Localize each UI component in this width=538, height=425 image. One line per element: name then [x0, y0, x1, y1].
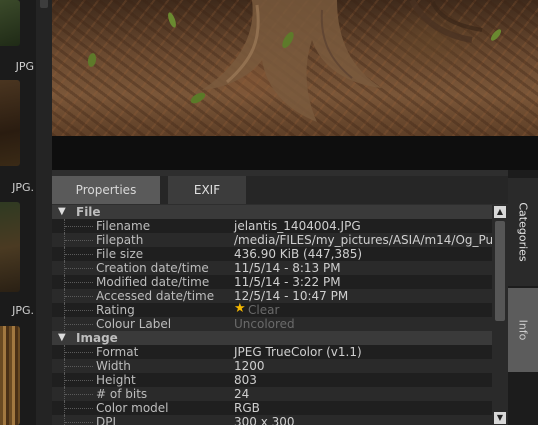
property-key: DPI	[96, 415, 117, 425]
property-row[interactable]: Filepath /media/FILES/my_pictures/ASIA/m…	[52, 233, 492, 247]
property-key: Accessed date/time	[96, 289, 215, 303]
thumbnail-label: JPG	[15, 60, 34, 73]
info-panel: Properties EXIF ▼ File Filename jelantis…	[52, 170, 508, 425]
property-row[interactable]: Modified date/time 11/5/14 - 3:22 PM	[52, 275, 492, 289]
property-value: RGB	[234, 401, 260, 415]
property-key: Color model	[96, 401, 169, 415]
arrow-up-icon[interactable]: ▲	[494, 206, 506, 218]
section-file[interactable]: ▼ File	[52, 205, 492, 219]
thumbnail-image[interactable]	[0, 0, 20, 46]
property-key: Filepath	[96, 233, 144, 247]
property-key: Creation date/time	[96, 261, 209, 275]
property-row[interactable]: Colour Label Uncolored	[52, 317, 492, 331]
property-row[interactable]: Color model RGB	[52, 401, 492, 415]
property-value: jelantis_1404004.JPG	[234, 219, 361, 233]
vertical-scrollbar[interactable]: ▲ ▼	[492, 205, 508, 425]
property-value: 803	[234, 373, 257, 387]
property-row[interactable]: Creation date/time 11/5/14 - 8:13 PM	[52, 261, 492, 275]
property-key: Rating	[96, 303, 135, 317]
property-key: Width	[96, 359, 131, 373]
section-image[interactable]: ▼ Image	[52, 331, 492, 345]
property-row[interactable]: File size 436.90 KiB (447,385)	[52, 247, 492, 261]
strip-splitter[interactable]	[36, 0, 52, 425]
property-row[interactable]: Format JPEG TrueColor (v1.1)	[52, 345, 492, 359]
property-key: # of bits	[96, 387, 148, 401]
side-tab-label: Info	[516, 319, 530, 341]
section-label: Image	[76, 331, 118, 345]
property-key: Filename	[96, 219, 151, 233]
property-value: /media/FILES/my_pictures/ASIA/m14/Og_Pu	[234, 233, 492, 247]
arrow-down-icon[interactable]: ▼	[494, 412, 506, 424]
property-key: File size	[96, 247, 144, 261]
tab-properties[interactable]: Properties	[52, 176, 160, 204]
property-key: Format	[96, 345, 139, 359]
image-preview	[52, 0, 538, 136]
property-value: 436.90 KiB (447,385)	[234, 247, 363, 261]
property-value: 11/5/14 - 8:13 PM	[234, 261, 341, 275]
properties-tree[interactable]: ▼ File Filename jelantis_1404004.JPG Fil…	[52, 205, 492, 425]
property-key: Colour Label	[96, 317, 172, 331]
property-value: 11/5/14 - 3:22 PM	[234, 275, 341, 289]
property-row[interactable]: Filename jelantis_1404004.JPG	[52, 219, 492, 233]
thumbnail-image[interactable]	[0, 202, 20, 292]
thumbnail-image[interactable]	[0, 80, 20, 166]
preview-bottom-area	[52, 136, 538, 170]
preview-roots-illustration	[87, 0, 502, 122]
side-tab-info[interactable]: Info	[508, 288, 538, 372]
side-tab-categories[interactable]: Categories	[508, 178, 538, 286]
property-row[interactable]: Rating ★ Clear	[52, 301, 492, 317]
thumbnail-image[interactable]	[0, 326, 20, 425]
property-row[interactable]: Height 803	[52, 373, 492, 387]
thumbnail-label: .JPG	[12, 181, 34, 194]
star-icon: ★	[234, 301, 246, 316]
property-key: Height	[96, 373, 136, 387]
property-row[interactable]: # of bits 24	[52, 387, 492, 401]
property-row[interactable]: Width 1200	[52, 359, 492, 373]
thumbnail-label: .JPG	[12, 304, 34, 317]
property-row[interactable]: DPI 300 x 300	[52, 415, 492, 425]
thumbnail-strip[interactable]: JPG .JPG .JPG	[0, 0, 36, 425]
property-value: 12/5/14 - 10:47 PM	[234, 289, 349, 303]
tab-exif[interactable]: EXIF	[168, 176, 246, 204]
property-key: Modified date/time	[96, 275, 210, 289]
side-tab-bar: Categories Info	[508, 170, 538, 425]
property-value: 300 x 300	[234, 415, 295, 425]
scrollbar-thumb[interactable]	[495, 221, 505, 321]
section-label: File	[76, 205, 101, 219]
property-value: 24	[234, 387, 250, 401]
property-value: 1200	[234, 359, 265, 373]
property-value: Uncolored	[234, 317, 295, 331]
tab-bar: Properties EXIF	[52, 176, 508, 204]
side-tab-label: Categories	[516, 202, 530, 262]
property-row[interactable]: Accessed date/time 12/5/14 - 10:47 PM	[52, 289, 492, 303]
triangle-down-icon[interactable]: ▼	[58, 331, 66, 345]
property-value: JPEG TrueColor (v1.1)	[234, 345, 362, 359]
property-value: Clear	[248, 303, 280, 317]
triangle-down-icon[interactable]: ▼	[58, 205, 66, 219]
